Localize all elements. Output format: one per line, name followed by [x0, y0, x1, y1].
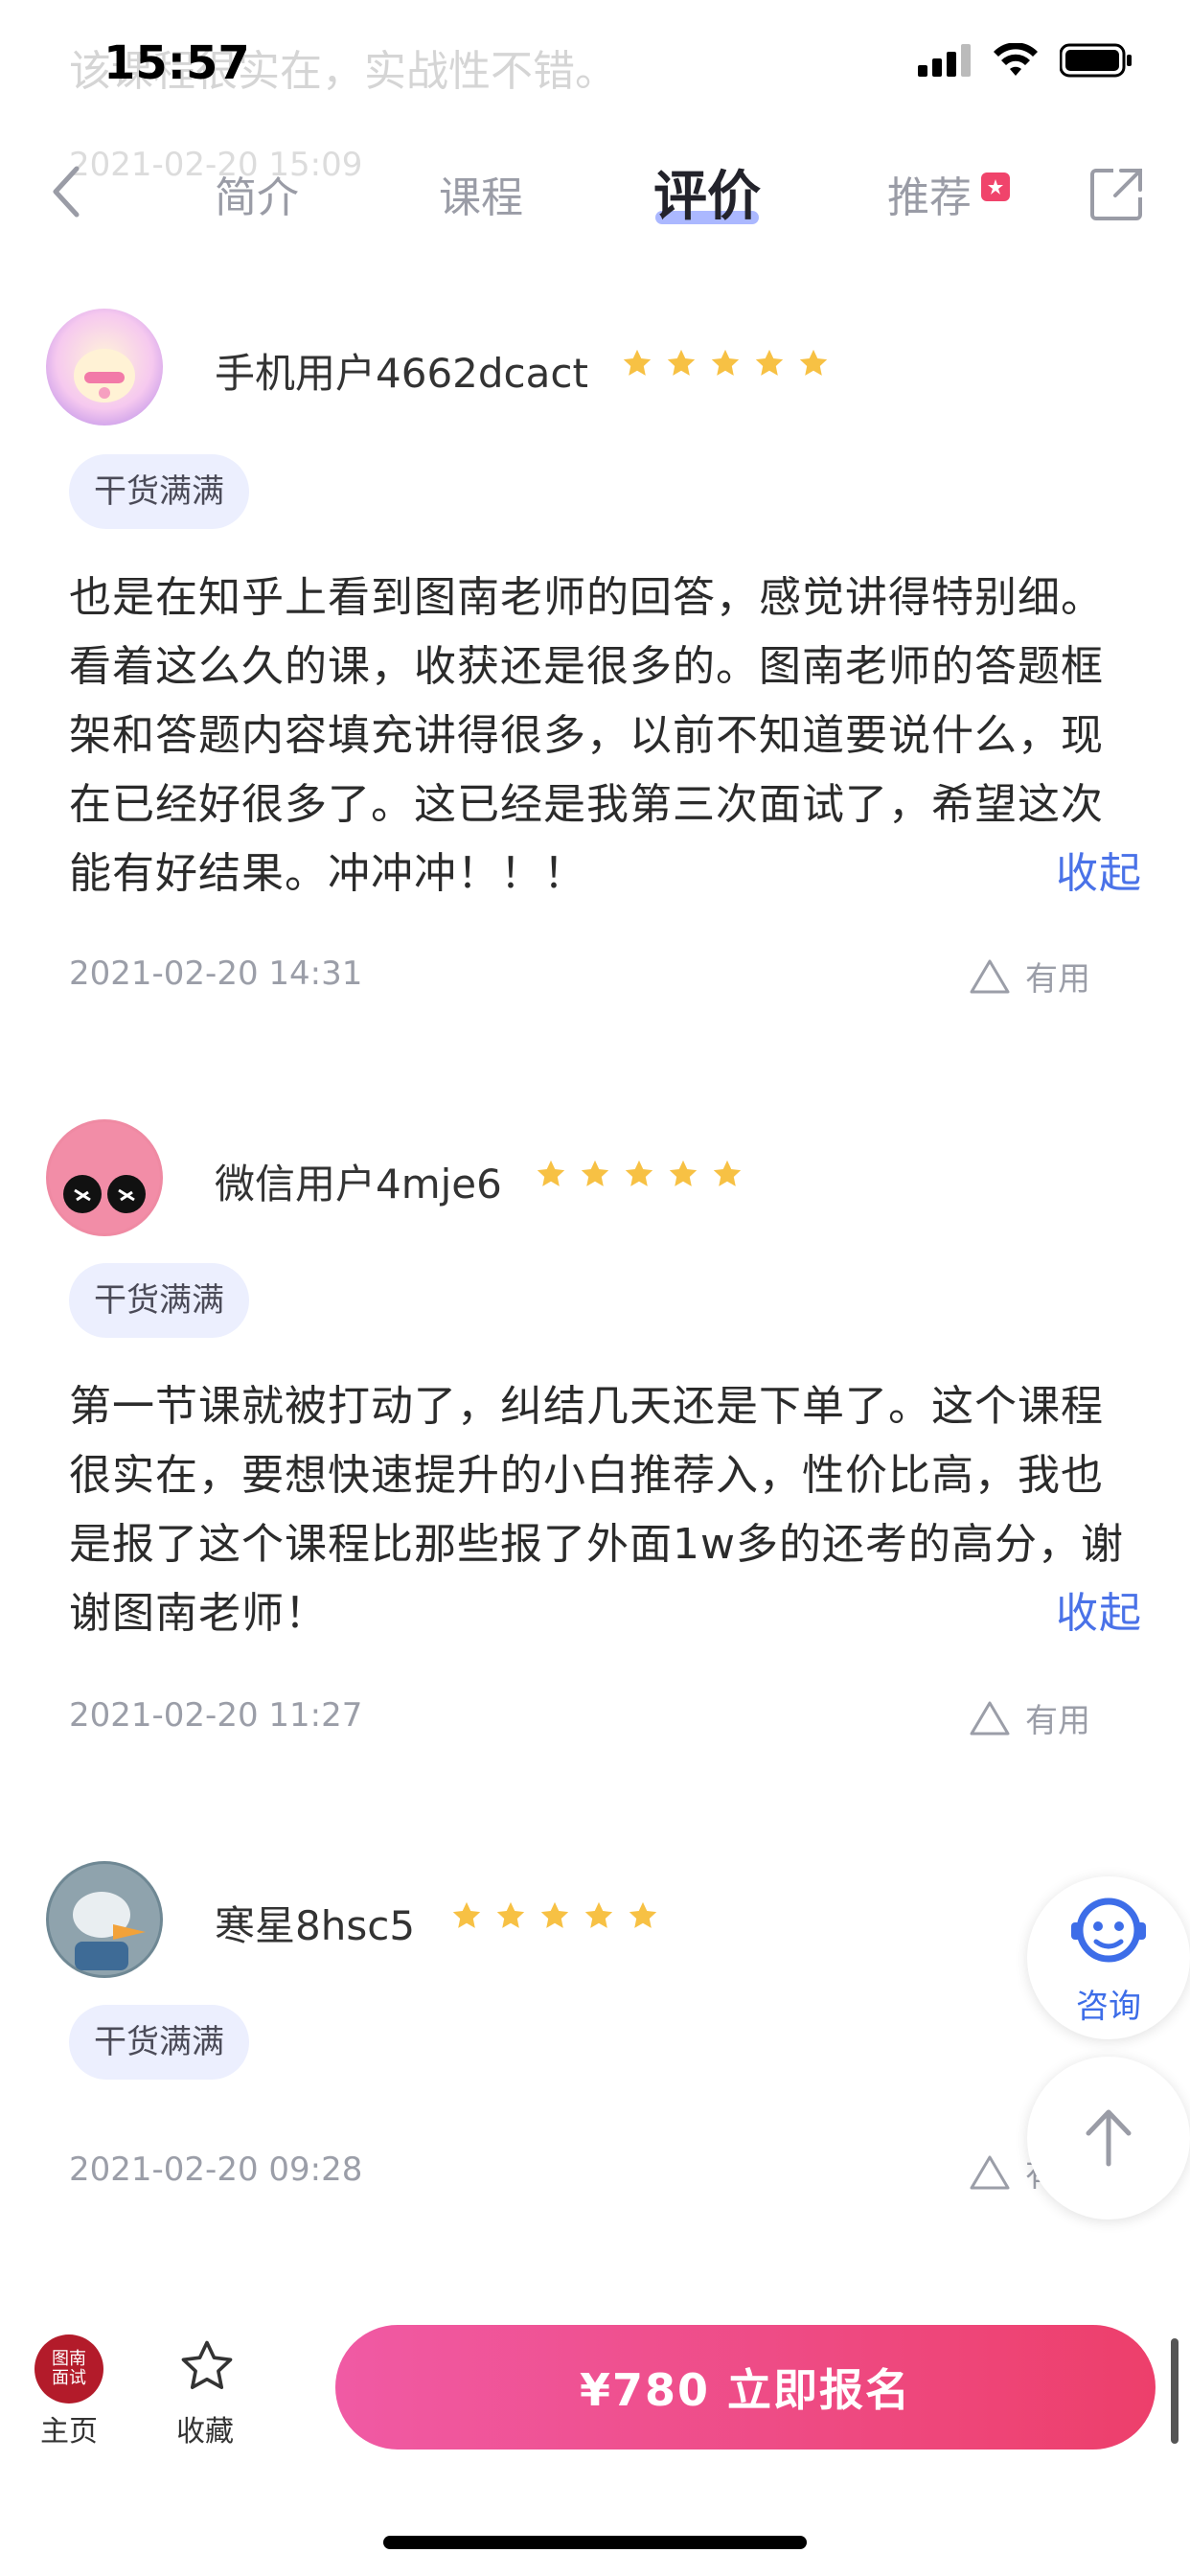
- star-icon: [496, 1901, 525, 1928]
- star-icon: [452, 1901, 481, 1928]
- useful-button[interactable]: 有用: [968, 953, 1090, 1000]
- recommend-badge-icon: [981, 172, 1010, 201]
- star-icon: [669, 1160, 698, 1186]
- star-icon: [711, 349, 740, 376]
- brand-logo-icon[interactable]: 图南面试: [34, 2334, 103, 2404]
- status-time: 15:57: [103, 36, 250, 90]
- favorite-label[interactable]: 收藏: [176, 2407, 234, 2450]
- battery-icon: [1060, 43, 1132, 78]
- tab-course[interactable]: 课程: [439, 163, 523, 224]
- cellular-signal-icon: [918, 44, 971, 77]
- thumb-up-triangle-icon: [970, 1701, 1010, 1735]
- collapse-link[interactable]: 收起: [1056, 1579, 1142, 1648]
- star-icon: [623, 349, 652, 376]
- user-avatar[interactable]: [46, 1119, 163, 1236]
- useful-label: 有用: [1025, 1702, 1090, 1740]
- star-outline-icon[interactable]: [176, 2336, 238, 2396]
- review-tag: 干货满满: [69, 454, 249, 529]
- tab-intro[interactable]: 简介: [215, 163, 299, 224]
- thumb-up-triangle-icon: [970, 959, 1010, 993]
- star-icon: [537, 1160, 565, 1186]
- tab-reviews[interactable]: 评价: [653, 153, 761, 231]
- user-avatar[interactable]: [46, 309, 163, 426]
- wifi-icon: [994, 43, 1038, 76]
- star-icon: [584, 1901, 613, 1928]
- star-icon: [755, 349, 784, 376]
- review-date: 2021-02-20 11:27: [69, 1696, 363, 1735]
- star-icon: [581, 1160, 609, 1186]
- star-icon: [625, 1160, 653, 1186]
- scrollbar-thumb[interactable]: [1171, 2338, 1179, 2444]
- review-body: 也是在知乎上看到图南老师的回答，感觉讲得特别细。看着这么久的课，收获还是很多的。…: [69, 573, 1104, 898]
- reviews-list: 手机用户4662dcact 干货满满 也是在知乎上看到图南老师的回答，感觉讲得特…: [23, 259, 1167, 2300]
- review-text: 也是在知乎上看到图南老师的回答，感觉讲得特别细。看着这么久的课，收获还是很多的。…: [69, 564, 1142, 908]
- review-tag: 干货满满: [69, 1263, 249, 1338]
- review-text: 第一节课就被打动了，纠结几天还是下单了。这个课程很实在，要想快速提升的小白推荐入…: [69, 1372, 1142, 1650]
- arrow-up-icon: [1086, 2109, 1132, 2167]
- review-body: 第一节课就被打动了，纠结几天还是下单了。这个课程很实在，要想快速提升的小白推荐入…: [69, 1382, 1124, 1638]
- user-avatar[interactable]: [46, 1861, 163, 1978]
- scroll-to-top-button[interactable]: [1027, 2057, 1190, 2220]
- consult-button[interactable]: 咨询: [1027, 1876, 1190, 2039]
- share-icon[interactable]: [1088, 165, 1146, 222]
- logo-text: 图南面试: [52, 2349, 86, 2388]
- useful-label: 有用: [1025, 960, 1090, 999]
- tab-recommend[interactable]: 推荐: [887, 163, 972, 224]
- customer-service-icon: [1071, 1898, 1146, 1963]
- star-icon: [799, 349, 828, 376]
- review-username: 手机用户4662dcact: [215, 350, 588, 397]
- star-icon: [629, 1901, 657, 1928]
- review-username: 寒星8hsc5: [215, 1902, 416, 1949]
- home-indicator: [383, 2536, 807, 2549]
- review-username: 微信用户4mje6: [215, 1161, 502, 1208]
- rating-stars: [535, 1158, 744, 1190]
- star-icon: [713, 1160, 742, 1186]
- review-date: 2021-02-20 14:31: [69, 954, 363, 993]
- rating-stars: [621, 347, 830, 380]
- status-icons: [918, 43, 1133, 78]
- enroll-button[interactable]: ¥780 立即报名: [335, 2325, 1156, 2450]
- collapse-link[interactable]: 收起: [1056, 840, 1142, 908]
- top-navigation: 简介 课程 评价 推荐: [0, 144, 1190, 249]
- bottom-bar: 图南面试 主页 收藏 ¥780 立即报名: [0, 2300, 1190, 2576]
- home-label[interactable]: 主页: [40, 2407, 98, 2450]
- rating-stars: [450, 1899, 659, 1932]
- back-arrow-icon[interactable]: [48, 163, 86, 220]
- review-tag: 干货满满: [69, 2005, 249, 2080]
- consult-label: 咨询: [1076, 1988, 1141, 2026]
- star-icon: [540, 1901, 569, 1928]
- star-icon: [667, 349, 696, 376]
- review-date: 2021-02-20 09:28: [69, 2150, 363, 2189]
- thumb-up-triangle-icon: [970, 2155, 1010, 2189]
- useful-button[interactable]: 有用: [968, 1694, 1090, 1741]
